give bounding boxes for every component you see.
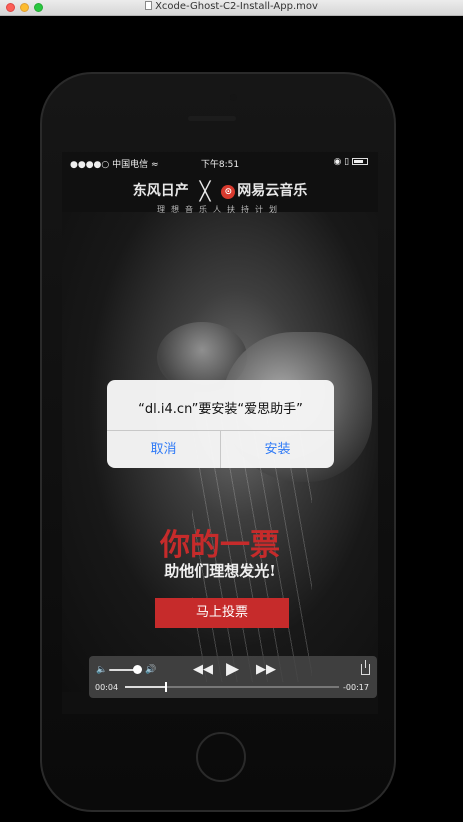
elapsed-time: 00:04 [95, 683, 119, 692]
playback-controls: 🔈 🔊 ◀◀ ▶ ▶▶ 00:04 -00:17 [89, 656, 377, 698]
rewind-icon[interactable]: ◀◀ [193, 662, 213, 677]
install-alert-dialog: “dl.i4.cn”要安装“爱思助手” 取消 安装 [107, 380, 334, 468]
brand-dongfeng: 东风日产 [132, 183, 189, 199]
ad-subline: 助他们理想发光! [164, 562, 276, 580]
title-bar: Xcode-Ghost-C2-Install-App.mov [0, 0, 463, 16]
remaining-time: -00:17 [343, 683, 369, 692]
play-icon[interactable]: ▶ [226, 659, 239, 679]
ad-tagline: 理想音乐人扶持计划 [157, 205, 283, 214]
fast-forward-icon[interactable]: ▶▶ [256, 662, 276, 677]
netease-music-logo-icon: ⊙ [221, 185, 236, 199]
brand-cross: ╳ [199, 181, 211, 202]
scrubber-progress [125, 686, 166, 688]
install-button[interactable]: 安装 [221, 431, 334, 468]
earpiece-speaker [188, 116, 236, 121]
volume-high-icon[interactable]: 🔊 [145, 665, 156, 675]
brand-lockup: 东风日产 ╳ ⊙ 网易云音乐 [62, 180, 378, 202]
battery-icon: ◉ ▯ [333, 157, 368, 167]
scrubber-playhead[interactable] [164, 682, 167, 692]
ad-headline: 你的一票 [160, 528, 280, 563]
home-button [196, 732, 246, 782]
brand-netease: 网易云音乐 [237, 183, 308, 199]
scrubber-track[interactable] [125, 682, 339, 692]
share-icon[interactable] [361, 660, 370, 675]
alert-title: “dl.i4.cn”要安装“爱思助手” [138, 402, 303, 417]
window-title: Xcode-Ghost-C2-Install-App.mov [0, 1, 463, 12]
volume-knob[interactable] [133, 665, 142, 674]
front-camera [230, 94, 237, 101]
phone-screen: ●●●●○ 中国电信 ≈ 下午8:51 ◉ ▯ 东风日产 ╳ ⊙ 网易云音乐 理想… [62, 152, 378, 714]
movie-file-icon [145, 1, 153, 10]
cancel-button[interactable]: 取消 [107, 431, 220, 468]
lock-rotation-icon: ◉ ▯ [333, 157, 350, 167]
ios-status-bar: ●●●●○ 中国电信 ≈ 下午8:51 ◉ ▯ [62, 152, 378, 172]
window-title-text: Xcode-Ghost-C2-Install-App.mov [155, 1, 318, 12]
volume-low-icon[interactable]: 🔈 [96, 665, 107, 675]
volume-slider[interactable] [109, 669, 135, 671]
player-window: Xcode-Ghost-C2-Install-App.mov ●●●●○ 中国电… [0, 0, 463, 822]
vote-now-button[interactable]: 马上投票 [155, 598, 289, 628]
status-time: 下午8:51 [200, 160, 240, 170]
